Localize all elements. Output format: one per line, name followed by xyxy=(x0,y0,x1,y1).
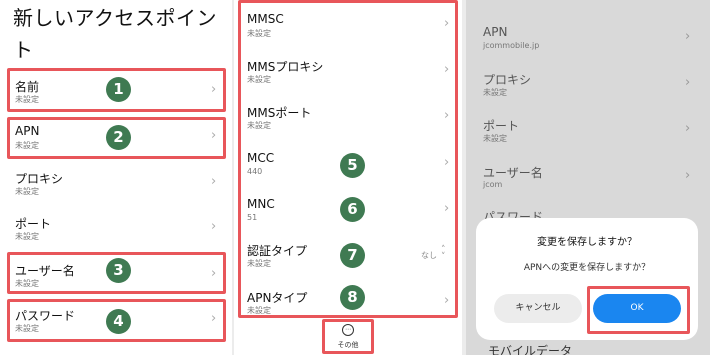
port-label: ポート xyxy=(483,119,520,133)
step-marker-6: 6 xyxy=(340,197,365,222)
new-apn-screen: 新しいアクセスポイン ト 名前 未設定 › APN 未設定 › プロキシ 未設定… xyxy=(0,0,232,355)
cancel-button[interactable]: キャンセル xyxy=(494,294,582,323)
proxy-value: 未設定 xyxy=(15,187,39,196)
page-title: 新しいアクセスポイン ト xyxy=(13,2,217,66)
step-marker-8: 8 xyxy=(340,285,365,310)
port-value: 未設定 xyxy=(483,134,507,143)
proxy-label: プロキシ xyxy=(15,172,64,186)
chevron-right-icon: › xyxy=(211,174,217,189)
highlight-box xyxy=(322,319,374,354)
highlight-box xyxy=(587,286,690,334)
step-marker-2: 2 xyxy=(106,125,131,150)
step-marker-5: 5 xyxy=(340,153,365,178)
apn-value: jcommobile.jp xyxy=(483,41,540,50)
username-label: ユーザー名 xyxy=(483,166,543,180)
proxy-label: プロキシ xyxy=(483,73,532,87)
username-value: jcom xyxy=(483,180,503,189)
apn-advanced-screen: MMSC 未設定 › MMSプロキシ 未設定 › MMSポート 未設定 › MC… xyxy=(234,0,462,355)
page-title-line2: ト xyxy=(13,38,34,62)
dialog-title: 変更を保存しますか？ xyxy=(537,237,637,248)
chevron-right-icon: › xyxy=(685,29,691,44)
port-label: ポート xyxy=(15,217,52,231)
chevron-right-icon: › xyxy=(685,168,691,183)
page-title-line1: 新しいアクセスポイン xyxy=(13,6,217,30)
chevron-right-icon: › xyxy=(211,219,217,234)
step-marker-3: 3 xyxy=(106,258,131,283)
apn-label: APN xyxy=(483,25,508,39)
mobile-data-item[interactable]: モバイルデータ xyxy=(488,342,572,355)
step-marker-7: 7 xyxy=(340,243,365,268)
step-marker-1: 1 xyxy=(106,77,131,102)
chevron-right-icon: › xyxy=(685,75,691,90)
chevron-right-icon: › xyxy=(685,121,691,136)
proxy-value: 未設定 xyxy=(483,88,507,97)
dialog-message: APNへの変更を保存しますか？ xyxy=(523,263,651,273)
port-value: 未設定 xyxy=(15,232,39,241)
step-marker-4: 4 xyxy=(106,309,131,334)
